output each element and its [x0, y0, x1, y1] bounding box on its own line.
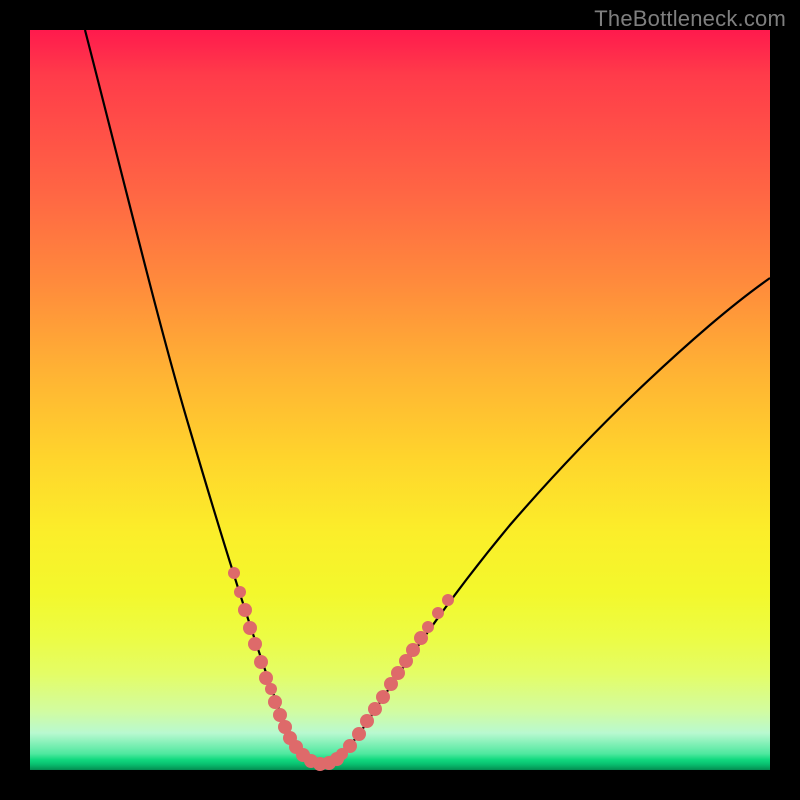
watermark-text: TheBottleneck.com — [594, 6, 786, 32]
curve-path — [85, 30, 770, 763]
bottleneck-curve — [30, 30, 770, 770]
plot-area — [30, 30, 770, 770]
chart-stage: TheBottleneck.com — [0, 0, 800, 800]
curve-beads — [228, 567, 454, 771]
